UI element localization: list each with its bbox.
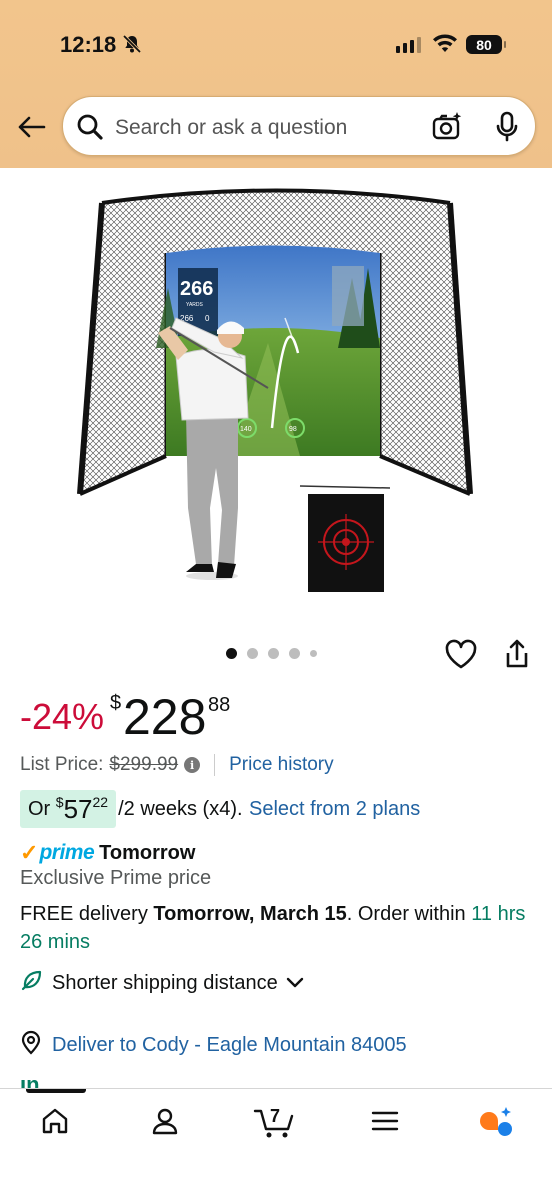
list-price-value: $299.99 [109,754,179,775]
price-fraction: 88 [208,694,231,716]
order-within-text: . Order within [346,903,466,925]
deliver-to-row[interactable]: Deliver to Cody - Eagle Mountain 84005 [20,1030,407,1060]
installment-row: Or $57 22 /2 weeks (x4). Select from 2 pl… [20,790,420,828]
price-whole: 228 [123,689,207,745]
leaf-icon [20,968,44,998]
delivery-message: FREE delivery Tomorrow, March 15. Order … [20,900,540,956]
search-icon [75,112,105,147]
delivery-prefix: FREE delivery [20,903,148,925]
status-bar: 12:18 80 [0,0,552,90]
prime-check-icon: ✓ [20,840,39,865]
signal-icon [396,37,421,53]
discount-percent: -24% [20,696,105,737]
installment-badge: Or $57 22 [20,790,117,828]
prime-row: ✓ prime Tomorrow [20,840,195,866]
back-arrow-icon[interactable] [14,110,48,144]
location-pin-icon [20,1029,42,1061]
divider [214,754,216,776]
info-icon[interactable]: i [184,757,201,773]
silent-bell-icon [122,34,142,59]
installment-currency: $ [55,794,64,810]
installment-terms: /2 weeks (x4). [118,797,243,820]
screen-stat-2: 98 [289,426,297,433]
chevron-down-icon [286,972,304,995]
status-time: 12:18 [60,32,117,57]
price-currency: $ [110,692,122,714]
carousel-dot[interactable] [268,648,279,659]
brand-logo-left: MangoStar [76,331,86,378]
product-image[interactable]: 266 YARDS 266 0 140 98 MangoStar MangoSt… [0,168,552,628]
screen-unit: YARDS [186,302,204,308]
deliver-to-address[interactable]: Deliver to Cody - Eagle Mountain 84005 [52,1034,407,1057]
cart-icon[interactable]: 7 [250,1101,300,1141]
installment-prefix: Or [28,797,51,820]
account-icon[interactable] [140,1101,190,1141]
screen-distance: 266 [180,278,213,300]
shorter-shipping-label: Shorter shipping distance [52,971,278,994]
installment-fraction: 22 [92,794,109,810]
prime-logo: prime [39,841,95,864]
brand-logo-right: MangoStar [466,316,476,363]
screen-small-value-2: 0 [205,314,210,323]
search-placeholder: Search or ask a question [115,116,348,139]
price-history-link[interactable]: Price history [229,754,334,776]
exclusive-prime-price: Exclusive Prime price [20,867,212,889]
wifi-icon [432,34,458,59]
camera-search-icon[interactable] [431,111,463,148]
battery-icon: 80 [466,35,506,54]
screen-stat-1: 140 [240,426,252,433]
bottom-nav: 7 [0,1088,552,1200]
list-price-row: List Price: $299.99 i Price history [20,754,334,776]
top-header: 12:18 80 Search or ask a question [0,0,552,168]
select-plans-link[interactable]: Select from 2 plans [249,798,420,821]
carousel-dot[interactable] [289,648,300,659]
home-icon[interactable] [30,1101,80,1141]
carousel-dot[interactable] [226,648,237,659]
carousel-dot[interactable] [310,650,317,657]
active-tab-indicator [26,1089,86,1093]
target-banner [299,485,391,592]
rufus-icon[interactable] [470,1101,520,1141]
prime-delivery-day: Tomorrow [99,841,196,864]
list-price-label: List Price: [20,754,104,775]
share-icon[interactable] [502,638,532,675]
image-carousel-dots[interactable] [226,648,317,659]
carousel-dot[interactable] [247,648,258,659]
microphone-icon[interactable] [493,111,521,148]
search-input[interactable]: Search or ask a question [62,96,536,156]
shorter-shipping-row[interactable]: Shorter shipping distance [20,968,304,998]
installment-whole: 57 [63,793,93,824]
menu-icon[interactable] [360,1101,410,1141]
delivery-date: Tomorrow, March 15 [153,903,347,925]
wishlist-heart-icon[interactable] [444,638,478,675]
cart-count: 7 [270,1106,280,1126]
